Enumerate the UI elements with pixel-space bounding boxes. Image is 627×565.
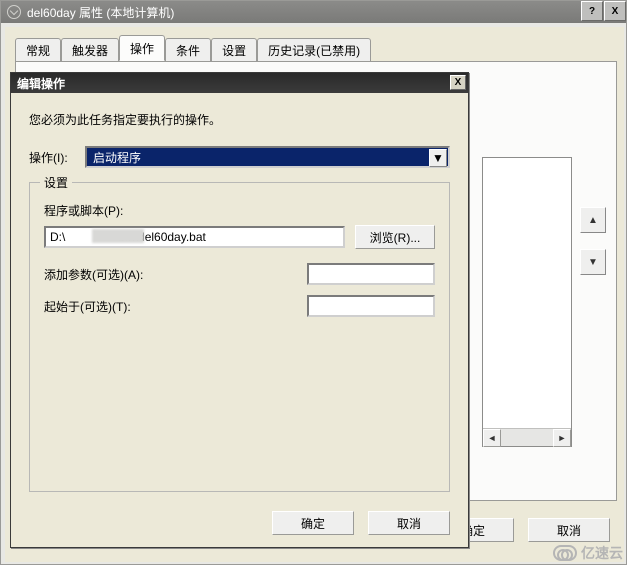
args-label: 添加参数(可选)(A): [44,266,143,283]
move-up-button[interactable]: ▲ [580,207,606,233]
order-arrow-group: ▲ ▼ [580,207,608,291]
edit-action-dialog: 编辑操作 X 您必须为此任务指定要执行的操作。 操作(I): 启动程序 ▼ 设置… [10,72,469,548]
settings-groupbox: 设置 程序或脚本(P): 浏览(R)... 添加参数(可选)(A): 起始于(可… [29,182,450,492]
dialog-body: 您必须为此任务指定要执行的操作。 操作(I): 启动程序 ▼ 设置 程序或脚本(… [11,93,468,502]
browse-button[interactable]: 浏览(R)... [355,225,435,249]
scroll-right-button[interactable]: ► [553,429,571,447]
tab-triggers[interactable]: 触发器 [61,38,119,62]
clock-icon [7,5,21,19]
dialog-title-text: 编辑操作 [17,75,65,92]
tab-conditions[interactable]: 条件 [165,38,211,62]
outer-titlebar[interactable]: del60day 属性 (本地计算机) ? X [1,1,626,23]
startin-label: 起始于(可选)(T): [44,298,131,315]
script-input-wrap [44,226,345,248]
close-button[interactable]: X [604,1,626,21]
actions-listbox[interactable]: ◄ ► [482,157,572,447]
move-down-button[interactable]: ▼ [580,249,606,275]
startin-input[interactable] [307,295,435,317]
action-dropdown[interactable]: 启动程序 ▼ [85,146,450,168]
script-path-input[interactable] [44,226,345,248]
help-button[interactable]: ? [581,1,603,21]
dialog-cancel-button[interactable]: 取消 [368,511,450,535]
groupbox-legend: 设置 [40,174,72,191]
outer-title-text: del60day 属性 (本地计算机) [27,4,174,21]
tab-history[interactable]: 历史记录(已禁用) [257,38,371,62]
startin-row: 起始于(可选)(T): [44,295,435,317]
horizontal-scrollbar[interactable]: ◄ ► [483,428,571,446]
dialog-ok-button[interactable]: 确定 [272,511,354,535]
dialog-buttons: 确定 取消 [272,511,450,535]
tab-general[interactable]: 常规 [15,38,61,62]
titlebar-buttons: ? X [580,1,626,21]
tab-row: 常规 触发器 操作 条件 设置 历史记录(已禁用) [15,39,371,61]
tab-settings[interactable]: 设置 [211,38,257,62]
dialog-close-button[interactable]: X [450,75,466,90]
dialog-titlebar[interactable]: 编辑操作 X [11,73,468,93]
dropdown-arrow-icon[interactable]: ▼ [429,149,447,167]
tab-actions[interactable]: 操作 [119,35,165,61]
action-label: 操作(I): [29,149,85,166]
script-label: 程序或脚本(P): [44,202,435,219]
args-input[interactable] [307,263,435,285]
action-row: 操作(I): 启动程序 ▼ [29,146,450,168]
args-row: 添加参数(可选)(A): [44,263,435,285]
script-row: 浏览(R)... [44,225,435,249]
scroll-left-button[interactable]: ◄ [483,429,501,447]
action-selected-value: 启动程序 [93,149,141,166]
dialog-prompt: 您必须为此任务指定要执行的操作。 [29,111,450,128]
outer-cancel-button[interactable]: 取消 [528,518,610,542]
